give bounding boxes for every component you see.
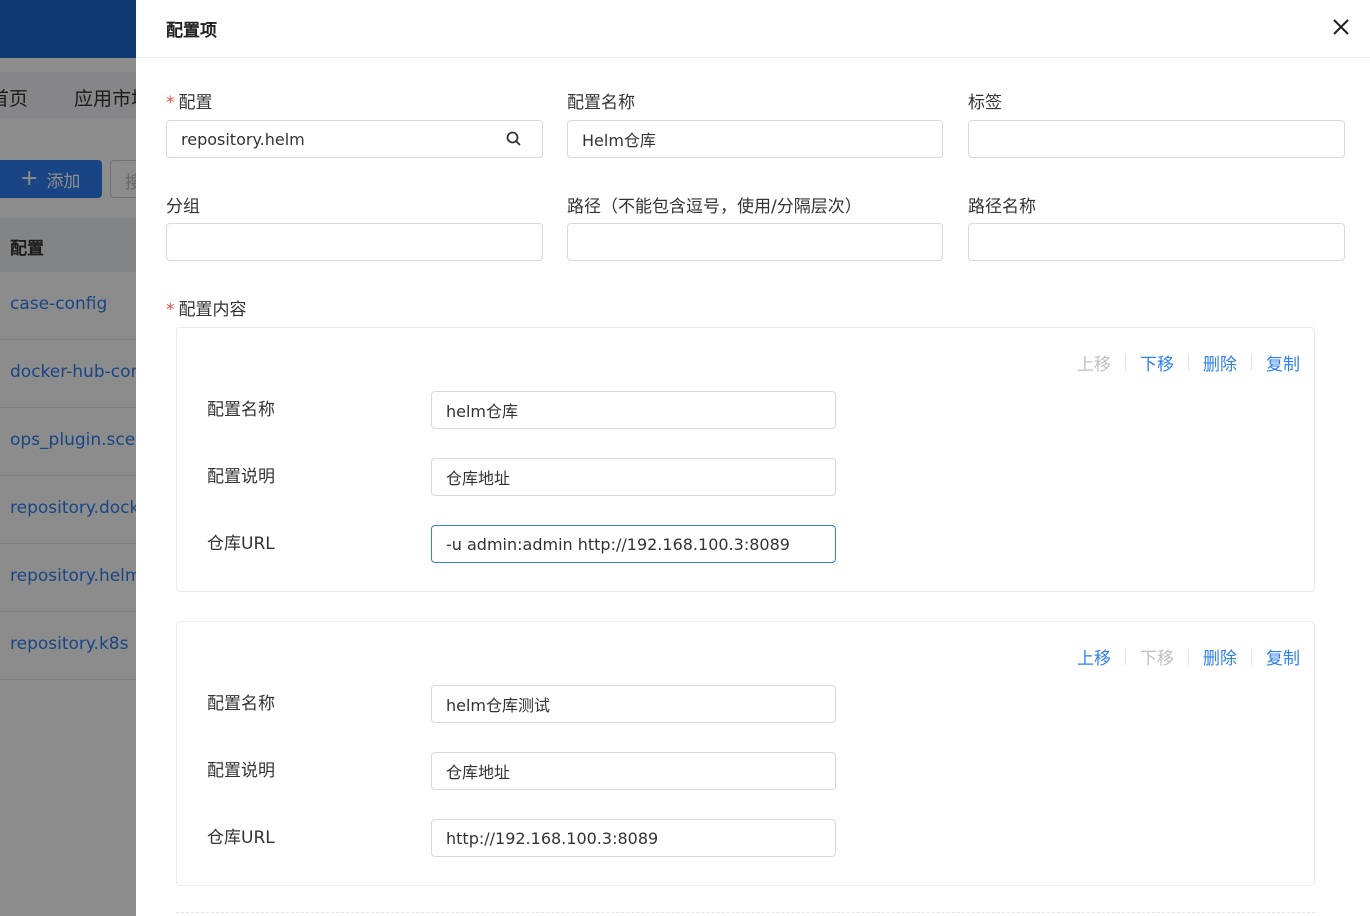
move-up-button[interactable]: 上移	[1077, 644, 1111, 669]
path-input[interactable]	[567, 223, 943, 261]
item-url-input[interactable]	[431, 819, 836, 857]
path-name-label: 路径名称	[968, 197, 1036, 217]
item-name-label: 配置名称	[207, 694, 275, 714]
search-icon	[506, 131, 521, 146]
path-name-input[interactable]	[968, 223, 1345, 261]
group-input[interactable]	[166, 223, 543, 261]
config-search-button[interactable]	[486, 120, 543, 158]
item-desc-input[interactable]	[431, 458, 836, 496]
delete-button[interactable]: 删除	[1203, 350, 1237, 375]
config-item-card: 上移 下移 删除 复制 配置名称 配置说明 仓库URL	[176, 621, 1315, 886]
card-actions: 上移 下移 删除 复制	[1077, 350, 1300, 375]
tags-input[interactable]	[968, 120, 1345, 158]
item-url-label: 仓库URL	[207, 534, 275, 554]
required-mark: *	[166, 93, 175, 113]
item-desc-label: 配置说明	[207, 467, 275, 487]
item-name-input[interactable]	[431, 391, 836, 429]
config-item-card: 上移 下移 删除 复制 配置名称 配置说明 仓库URL	[176, 327, 1315, 592]
item-url-input[interactable]	[431, 525, 836, 563]
drawer-header: 配置项	[136, 0, 1370, 58]
copy-button[interactable]: 复制	[1266, 644, 1300, 669]
required-mark: *	[166, 300, 175, 320]
item-desc-label: 配置说明	[207, 761, 275, 781]
move-up-button: 上移	[1077, 355, 1111, 375]
move-down-button[interactable]: 下移	[1140, 350, 1174, 375]
group-label: 分组	[166, 197, 200, 217]
config-label: * 配置	[166, 93, 213, 113]
delete-button[interactable]: 删除	[1203, 644, 1237, 669]
card-actions: 上移 下移 删除 复制	[1077, 644, 1300, 669]
path-label: 路径（不能包含逗号，使用/分隔层次）	[567, 197, 862, 217]
content-label: * 配置内容	[166, 300, 247, 320]
move-down-button: 下移	[1140, 649, 1174, 669]
tags-label: 标签	[968, 93, 1002, 113]
next-card-edge	[176, 912, 1315, 913]
item-desc-input[interactable]	[431, 752, 836, 790]
drawer-title: 配置项	[166, 21, 217, 41]
copy-button[interactable]: 复制	[1266, 350, 1300, 375]
config-input[interactable]	[166, 120, 487, 158]
config-name-label: 配置名称	[567, 93, 635, 113]
config-name-input[interactable]	[567, 120, 943, 158]
item-name-input[interactable]	[431, 685, 836, 723]
close-icon[interactable]	[1328, 14, 1354, 40]
config-drawer: 配置项 *配置 配置名称 标签 分组 路径（不能包含逗号，使用/分隔层次） 路径…	[136, 0, 1370, 916]
item-name-label: 配置名称	[207, 400, 275, 420]
item-url-label: 仓库URL	[207, 828, 275, 848]
